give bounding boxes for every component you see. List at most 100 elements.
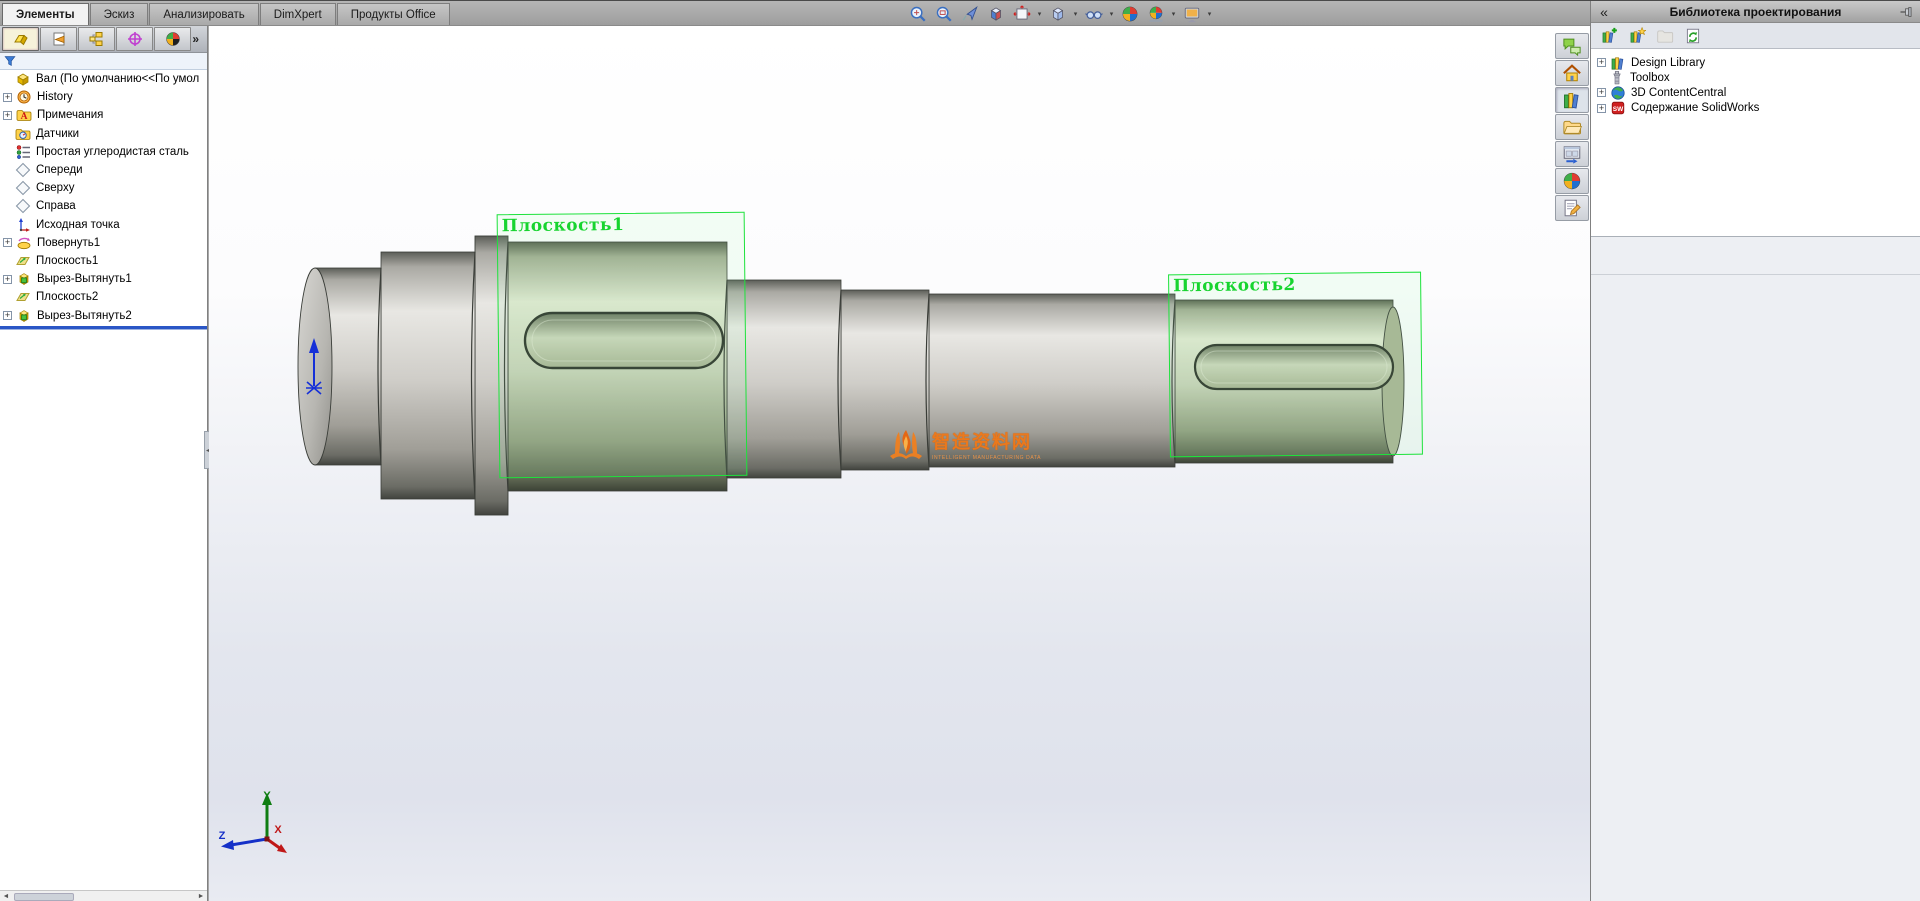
cut-extrude-icon xyxy=(16,271,32,287)
view-orientation-dropdown[interactable]: ▾ xyxy=(1035,10,1044,18)
task-pane-strip xyxy=(1555,33,1590,222)
tree-item-sensors[interactable]: Датчики xyxy=(0,125,207,143)
expand-toggle[interactable]: + xyxy=(3,111,12,120)
graphics-viewport[interactable]: Плоскость1 Плоскость2 智造资料网 INTELLIGENT … xyxy=(209,26,1590,901)
scrollbar-thumb[interactable] xyxy=(14,893,74,901)
display-style-button[interactable] xyxy=(1045,3,1070,25)
expand-toggle[interactable]: + xyxy=(3,311,12,320)
add-to-library-button[interactable] xyxy=(1596,25,1621,47)
tab-sketch[interactable]: Эскиз xyxy=(90,3,149,25)
displaymanager-tab-button[interactable] xyxy=(154,27,191,51)
pin-icon xyxy=(1899,4,1915,20)
dimxpertmanager-tab-button[interactable] xyxy=(116,27,153,51)
hide-show-items-dropdown[interactable]: ▾ xyxy=(1107,10,1116,18)
tab-features[interactable]: Элементы xyxy=(2,3,89,25)
scroll-right-arrow[interactable]: ► xyxy=(195,893,207,900)
tab-evaluate[interactable]: Анализировать xyxy=(149,3,258,25)
tree-item-revolve1[interactable]: + Повернуть1 xyxy=(0,234,207,252)
design-library-button[interactable] xyxy=(1555,87,1589,113)
cut-extrude-icon xyxy=(16,308,32,324)
zoom-to-fit-button[interactable] xyxy=(905,3,930,25)
view-settings-button[interactable] xyxy=(1179,3,1204,25)
tree-item-top-plane[interactable]: Сверху xyxy=(0,179,207,197)
plane1-label: Плоскость1 xyxy=(502,215,625,236)
add-file-location-button[interactable] xyxy=(1624,25,1649,47)
tree-item-cut-extrude1[interactable]: + Вырез-Вытянуть1 xyxy=(0,270,207,288)
create-new-folder-button[interactable] xyxy=(1652,25,1677,47)
view-palette-button[interactable] xyxy=(1555,141,1589,167)
expand-toggle[interactable]: + xyxy=(1597,58,1606,67)
library-item-design-library[interactable]: + Design Library xyxy=(1591,55,1920,70)
solidworks-resources-button[interactable] xyxy=(1555,60,1589,86)
design-library-icon xyxy=(1610,55,1626,71)
watermark-logo-icon xyxy=(886,426,926,462)
triad-z-label: Z xyxy=(219,830,226,842)
watermark-title: 智造资料网 xyxy=(932,428,1041,454)
zoom-to-area-button[interactable] xyxy=(931,3,956,25)
panel-pin-button[interactable] xyxy=(1894,4,1920,20)
selection-box-plane2[interactable]: Плоскость2 xyxy=(1168,272,1423,458)
expand-toggle[interactable]: + xyxy=(3,275,12,284)
expand-toggle[interactable]: + xyxy=(1597,104,1606,113)
hide-show-items-button[interactable] xyxy=(1081,3,1106,25)
expand-toggle[interactable]: + xyxy=(3,238,12,247)
tab-dimxpert[interactable]: DimXpert xyxy=(260,3,336,25)
design-library-panel: « Библиотека проектирования + Design Lib… xyxy=(1590,1,1920,901)
apply-scene-icon xyxy=(1147,5,1165,23)
library-item-toolbox[interactable]: Toolbox xyxy=(1591,70,1920,85)
appearances-ball-icon xyxy=(1562,171,1582,191)
tree-filter-bar[interactable] xyxy=(0,53,207,70)
propertymanager-icon xyxy=(51,31,67,47)
rollback-bar[interactable] xyxy=(0,326,207,329)
globe-icon xyxy=(1610,85,1626,101)
apply-scene-button[interactable] xyxy=(1143,3,1168,25)
part-icon xyxy=(15,71,31,87)
featuremanager-tab-button[interactable] xyxy=(2,27,39,51)
displaymanager-icon xyxy=(165,31,181,47)
appearances-scenes-button[interactable] xyxy=(1555,168,1589,194)
tree-root-part[interactable]: Вал (По умолчанию<<По умол xyxy=(0,70,207,88)
manager-overflow-chevron[interactable]: » xyxy=(192,32,199,46)
section-view-icon xyxy=(987,5,1005,23)
library-item-3d-contentcentral[interactable]: + 3D ContentCentral xyxy=(1591,85,1920,100)
file-explorer-button[interactable] xyxy=(1555,114,1589,140)
top-toolbar-strip: Элементы Эскиз Анализировать DimXpert Пр… xyxy=(0,1,1590,26)
expand-toggle[interactable]: + xyxy=(3,93,12,102)
selection-box-plane1[interactable]: Плоскость1 xyxy=(497,212,748,479)
library-toolbar xyxy=(1591,23,1920,49)
configurationmanager-tab-button[interactable] xyxy=(78,27,115,51)
view-orientation-button[interactable] xyxy=(1009,3,1034,25)
previous-view-button[interactable] xyxy=(957,3,982,25)
tree-item-plane2[interactable]: Плоскость2 xyxy=(0,288,207,306)
new-folder-icon xyxy=(1656,27,1674,45)
tab-office-products[interactable]: Продукты Office xyxy=(337,3,450,25)
solidworks-forum-button[interactable] xyxy=(1555,33,1589,59)
display-style-dropdown[interactable]: ▾ xyxy=(1071,10,1080,18)
tree-item-front-plane[interactable]: Спереди xyxy=(0,161,207,179)
section-view-button[interactable] xyxy=(983,3,1008,25)
apply-scene-dropdown[interactable]: ▾ xyxy=(1169,10,1178,18)
zoom-to-area-icon xyxy=(935,5,953,23)
command-manager-tabs: Элементы Эскиз Анализировать DimXpert Пр… xyxy=(2,3,451,25)
tree-item-plane1[interactable]: Плоскость1 xyxy=(0,252,207,270)
material-icon xyxy=(15,144,31,160)
plane-icon xyxy=(15,162,31,178)
panel-collapse-button[interactable]: « xyxy=(1591,4,1617,20)
triad-y-label: Y xyxy=(263,790,271,802)
tree-horizontal-scrollbar[interactable]: ◄ ► xyxy=(0,890,207,901)
tree-item-origin[interactable]: Исходная точка xyxy=(0,216,207,234)
tree-item-history[interactable]: + History xyxy=(0,88,207,106)
edit-appearance-button[interactable] xyxy=(1117,3,1142,25)
books-icon xyxy=(1562,90,1582,110)
library-item-solidworks-content[interactable]: + Содержание SolidWorks xyxy=(1591,101,1920,116)
refresh-button[interactable] xyxy=(1680,25,1705,47)
view-settings-dropdown[interactable]: ▾ xyxy=(1205,10,1214,18)
tree-item-cut-extrude2[interactable]: + Вырез-Вытянуть2 xyxy=(0,306,207,324)
tree-item-annotations[interactable]: + Примечания xyxy=(0,106,207,124)
expand-toggle[interactable]: + xyxy=(1597,88,1606,97)
scroll-left-arrow[interactable]: ◄ xyxy=(0,893,12,900)
propertymanager-tab-button[interactable] xyxy=(40,27,77,51)
tree-item-material[interactable]: Простая углеродистая сталь xyxy=(0,143,207,161)
tree-item-right-plane[interactable]: Справа xyxy=(0,197,207,215)
custom-properties-button[interactable] xyxy=(1555,195,1589,221)
